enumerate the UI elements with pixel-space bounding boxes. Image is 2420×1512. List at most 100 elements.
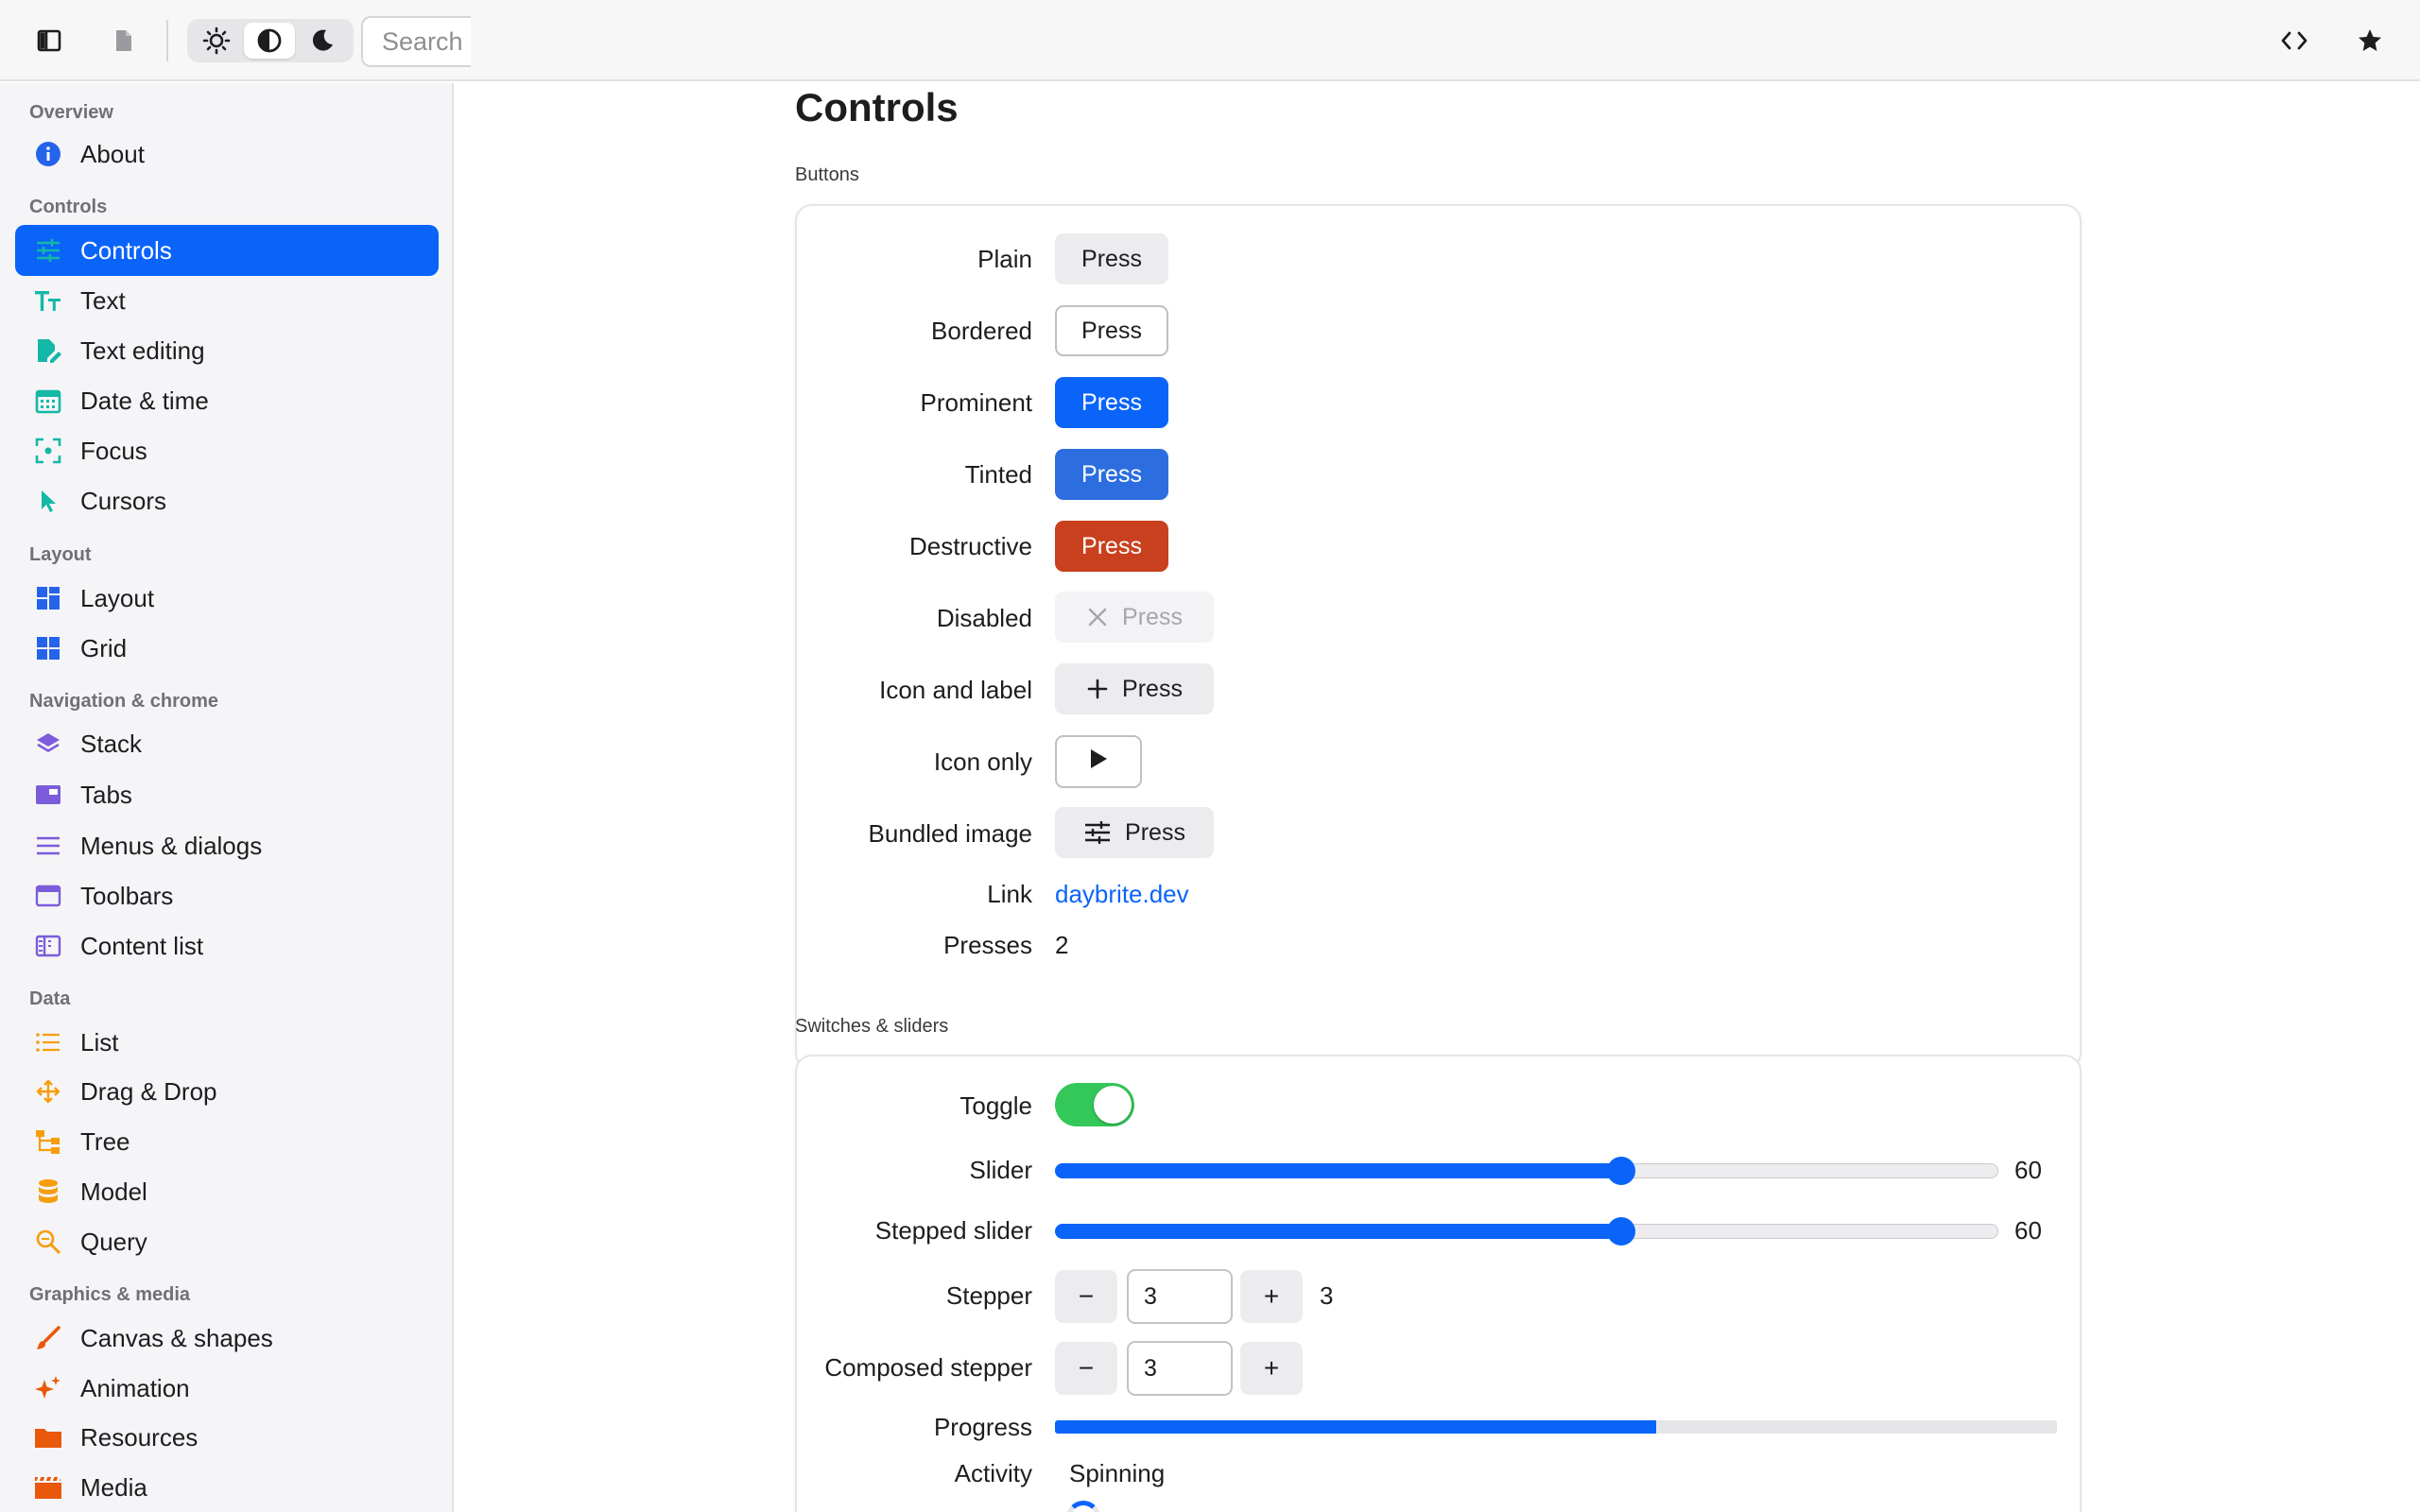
composed-stepper-increment-button[interactable]: + xyxy=(1240,1342,1303,1395)
sidebar-item-query[interactable]: Query xyxy=(15,1216,439,1267)
group-title-buttons: Buttons xyxy=(795,164,859,185)
row-label-stepper: Stepper xyxy=(945,1281,1032,1310)
theme-auto-option[interactable] xyxy=(244,23,295,59)
sidebar-icon xyxy=(37,29,61,52)
sidebar-item-cursors[interactable]: Cursors xyxy=(15,475,439,526)
row-label-progress: Progress xyxy=(933,1413,1032,1441)
stepped-slider-value: 60 xyxy=(2014,1216,2042,1245)
row-label-composed-stepper: Composed stepper xyxy=(824,1353,1032,1382)
sidebar-item-label: Layout xyxy=(80,583,155,612)
composed-stepper-decrement-button[interactable]: − xyxy=(1055,1342,1117,1395)
sidebar: Overview About Controls Controls Text Te… xyxy=(0,83,454,1512)
sidebar-section-graphics: Graphics & media xyxy=(29,1284,191,1305)
sidebar-item-label: Animation xyxy=(80,1373,190,1402)
sidebar-item-label: Cursors xyxy=(80,486,167,515)
sidebar-item-controls[interactable]: Controls xyxy=(15,225,439,276)
sidebar-toggle-button[interactable] xyxy=(27,19,71,62)
stepper-increment-button[interactable]: + xyxy=(1240,1270,1303,1323)
sidebar-item-label: Focus xyxy=(80,436,147,465)
page-title: Controls xyxy=(795,85,959,129)
slider-thumb[interactable] xyxy=(1606,1217,1635,1246)
plus-icon xyxy=(1086,678,1109,700)
sidebar-item-label: Tree xyxy=(80,1126,130,1156)
theme-dark-option[interactable] xyxy=(297,23,348,59)
theme-segmented-control[interactable] xyxy=(187,19,354,62)
row-label-tinted: Tinted xyxy=(964,460,1032,489)
sidebar-item-text[interactable]: Text xyxy=(15,275,439,326)
sidebar-item-drag-drop[interactable]: Drag & Drop xyxy=(15,1066,439,1117)
icon-and-label-button[interactable]: Press xyxy=(1055,663,1214,714)
sidebar-section-navigation: Navigation & chrome xyxy=(29,691,219,712)
search-input[interactable] xyxy=(361,16,471,67)
tinted-button[interactable]: Press xyxy=(1055,449,1168,500)
sidebar-item-list[interactable]: List xyxy=(15,1017,439,1068)
sidebar-item-canvas-shapes[interactable]: Canvas & shapes xyxy=(15,1313,439,1364)
bordered-button[interactable]: Press xyxy=(1055,305,1168,356)
toggle-switch[interactable] xyxy=(1055,1083,1134,1126)
sidebar-item-label: Media xyxy=(80,1472,147,1502)
sliders-icon xyxy=(34,236,62,265)
sidebar-item-focus[interactable]: Focus xyxy=(15,425,439,476)
row-label-disabled: Disabled xyxy=(936,604,1032,632)
sidebar-item-toolbars[interactable]: Toolbars xyxy=(15,870,439,921)
row-label-toggle: Toggle xyxy=(959,1091,1032,1120)
stepper-decrement-button[interactable]: − xyxy=(1055,1270,1117,1323)
brush-icon xyxy=(34,1324,62,1352)
destructive-button[interactable]: Press xyxy=(1055,521,1168,572)
toggle-knob xyxy=(1094,1086,1132,1124)
slider-thumb[interactable] xyxy=(1606,1157,1635,1185)
sidebar-item-resources[interactable]: Resources xyxy=(15,1412,439,1463)
sidebar-item-layout[interactable]: Layout xyxy=(15,573,439,624)
sidebar-item-text-editing[interactable]: Text editing xyxy=(15,325,439,376)
group-title-switches: Switches & sliders xyxy=(795,1016,949,1037)
icon-and-label-button-label: Press xyxy=(1122,675,1183,702)
row-label-icon-only: Icon only xyxy=(933,747,1032,776)
row-label-presses: Presses xyxy=(943,931,1032,959)
info-icon xyxy=(34,140,62,168)
disabled-button-label: Press xyxy=(1122,603,1183,630)
view-source-button[interactable] xyxy=(2273,19,2316,62)
play-icon xyxy=(1088,747,1109,777)
sidebar-item-animation[interactable]: Animation xyxy=(15,1363,439,1414)
stepper-field[interactable]: 3 xyxy=(1127,1269,1233,1324)
sidebar-item-model[interactable]: Model xyxy=(15,1166,439,1217)
sidebar-item-tabs[interactable]: Tabs xyxy=(15,769,439,820)
slider[interactable] xyxy=(1055,1157,1998,1185)
sidebar-item-tree[interactable]: Tree xyxy=(15,1116,439,1167)
stepped-slider[interactable] xyxy=(1055,1217,1998,1246)
sidebar-item-content-list[interactable]: Content list xyxy=(15,920,439,971)
row-label-destructive: Destructive xyxy=(908,532,1032,560)
row-label-link: Link xyxy=(987,880,1032,908)
bundled-image-button[interactable]: Press xyxy=(1055,807,1214,858)
sidebar-item-about[interactable]: About xyxy=(15,129,439,180)
daybrite-link[interactable]: daybrite.dev xyxy=(1055,880,1189,909)
sidebar-item-label: Canvas & shapes xyxy=(80,1323,273,1352)
row-label-plain: Plain xyxy=(977,245,1032,273)
sun-icon xyxy=(202,26,231,55)
sidebar-item-label: Content list xyxy=(80,931,204,960)
top-toolbar xyxy=(0,0,2420,81)
favorite-button[interactable] xyxy=(2348,19,2392,62)
sidebar-item-label: Stack xyxy=(80,729,143,758)
prominent-button[interactable]: Press xyxy=(1055,377,1168,428)
progress-fill xyxy=(1055,1420,1656,1434)
database-icon xyxy=(34,1177,62,1206)
theme-light-option[interactable] xyxy=(191,23,242,59)
main-content: Controls Buttons Plain Press Bordered Pr… xyxy=(456,83,2420,1512)
icon-only-button[interactable] xyxy=(1055,735,1142,788)
document-button[interactable] xyxy=(102,19,146,62)
row-label-bordered: Bordered xyxy=(931,317,1032,345)
code-icon xyxy=(2281,31,2308,50)
plain-button[interactable]: Press xyxy=(1055,233,1168,284)
sidebar-item-media[interactable]: Media xyxy=(15,1462,439,1512)
sidebar-item-menus-dialogs[interactable]: Menus & dialogs xyxy=(15,820,439,871)
sidebar-item-date-time[interactable]: Date & time xyxy=(15,375,439,426)
sidebar-item-grid[interactable]: Grid xyxy=(15,623,439,674)
row-label-prominent: Prominent xyxy=(920,388,1033,417)
sidebar-item-stack[interactable]: Stack xyxy=(15,718,439,769)
calendar-icon xyxy=(34,387,62,415)
composed-stepper-field[interactable]: 3 xyxy=(1127,1341,1233,1396)
sidebar-section-data: Data xyxy=(29,988,71,1009)
sidebar-item-label: Text xyxy=(80,285,126,315)
sidebar-item-label: Text editing xyxy=(80,335,205,365)
